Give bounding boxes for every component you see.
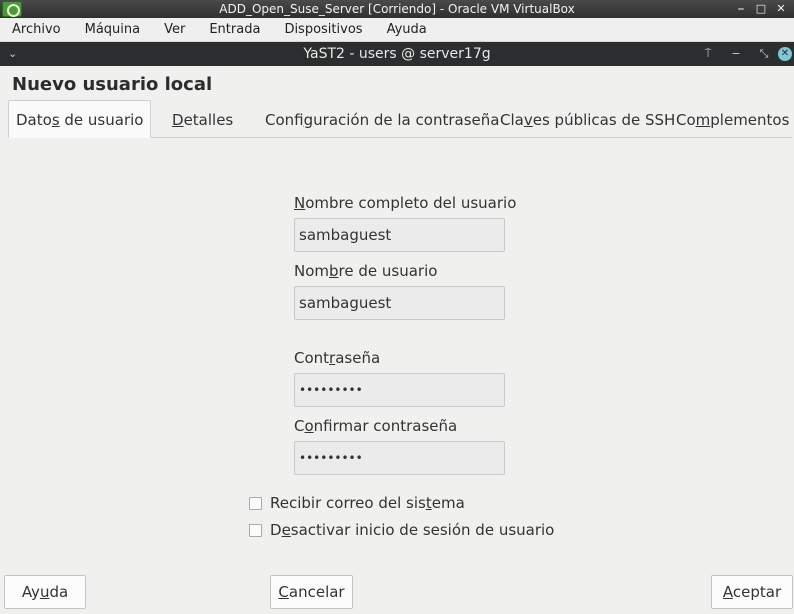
menu-ver[interactable]: Ver [152, 18, 197, 42]
minimize-icon[interactable]: ⎯ [734, 0, 748, 18]
tab-detalles[interactable]: Detalles [172, 100, 233, 138]
close-icon[interactable]: ✕ [774, 0, 788, 18]
tab-bar: Datos de usuario Detalles Configuración … [8, 100, 792, 138]
disable-login-label: Desactivar inicio de sesión de usuario [270, 521, 555, 539]
help-button[interactable]: Ayuda [4, 575, 86, 609]
username-input[interactable]: sambaguest [294, 286, 505, 320]
cancel-button[interactable]: Cancelar [270, 575, 353, 609]
full-name-input[interactable]: sambaguest [294, 218, 505, 252]
tab-claves-ssh[interactable]: Claves públicas de SSH [500, 100, 675, 138]
accept-button[interactable]: Aceptar [711, 575, 793, 609]
tab-configuracion-contrasena[interactable]: Configuración de la contraseña [265, 100, 499, 138]
yast-title-bar: ⌄ YaST2 - users @ server17g ⍑ − ⤡ ✕ [0, 42, 794, 66]
receive-system-mail-checkbox[interactable] [249, 496, 262, 510]
host-window-title: ADD_Open_Suse_Server [Corriendo] - Oracl… [219, 2, 575, 16]
full-name-label: Nombre completo del usuario [294, 194, 517, 212]
confirm-password-label: Confirmar contraseña [294, 417, 458, 435]
menu-entrada[interactable]: Entrada [197, 18, 272, 42]
menu-archivo[interactable]: Archivo [0, 18, 73, 42]
username-label: Nombre de usuario [294, 262, 438, 280]
menu-maquina[interactable]: Máquina [73, 18, 153, 42]
password-input[interactable]: ••••••••• [294, 373, 505, 407]
menu-dispositivos[interactable]: Dispositivos [272, 18, 374, 42]
maximize-icon[interactable]: □ [754, 0, 768, 18]
yast-window-title: YaST2 - users @ server17g [303, 46, 491, 62]
pin-icon[interactable]: ⍑ [694, 42, 722, 66]
close-icon[interactable]: ✕ [778, 47, 792, 61]
minimize-icon[interactable]: − [722, 42, 750, 66]
restore-icon[interactable]: ⤡ [750, 42, 778, 66]
tab-datos-de-usuario[interactable]: Datos de usuario [8, 100, 152, 138]
receive-system-mail-option[interactable]: Recibir correo del sistema [249, 494, 465, 512]
tab-complementos[interactable]: Complementos [676, 100, 789, 138]
dialog-title: Nuevo usuario local [12, 74, 213, 95]
password-label: Contraseña [294, 349, 381, 367]
host-menu-bar: Archivo Máquina Ver Entrada Dispositivos… [0, 18, 794, 42]
receive-system-mail-label: Recibir correo del sistema [270, 494, 465, 512]
disable-login-option[interactable]: Desactivar inicio de sesión de usuario [249, 521, 554, 539]
menu-ayuda[interactable]: Ayuda [375, 18, 439, 42]
disable-login-checkbox[interactable] [249, 523, 262, 537]
confirm-password-input[interactable]: ••••••••• [294, 441, 505, 475]
host-title-bar: ADD_Open_Suse_Server [Corriendo] - Oracl… [0, 0, 794, 18]
